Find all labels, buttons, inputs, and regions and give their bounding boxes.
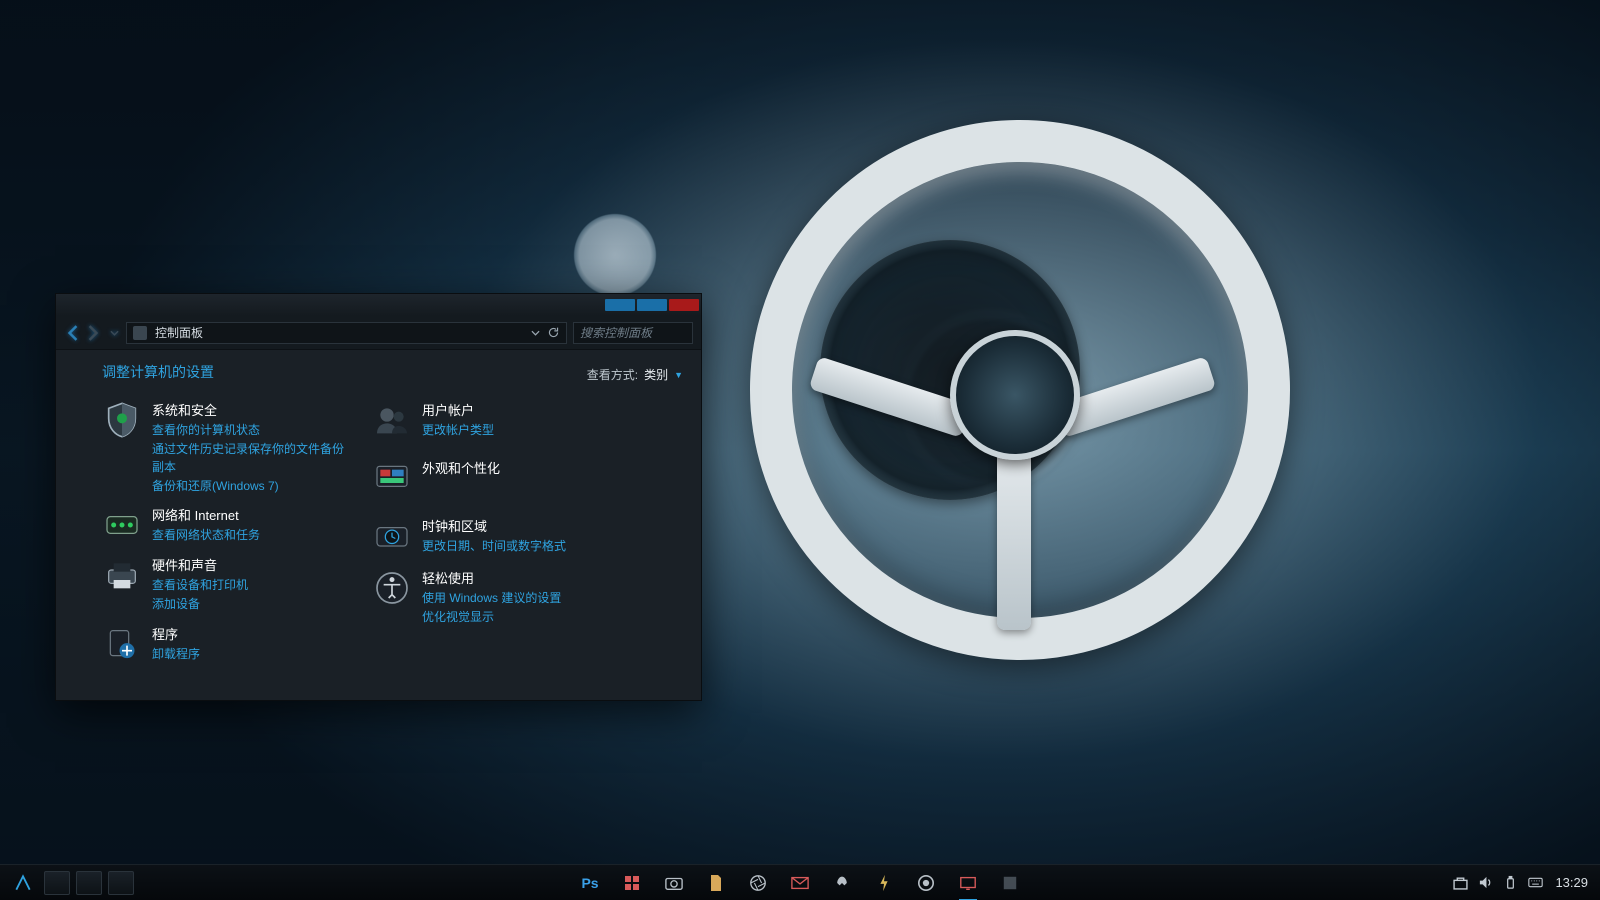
- address-bar[interactable]: 控制面板: [126, 322, 567, 344]
- taskbar-app-document[interactable]: [705, 872, 727, 894]
- breadcrumb[interactable]: 控制面板: [155, 324, 203, 341]
- taskbar-clock[interactable]: 13:29: [1555, 875, 1588, 890]
- category-clock: 时钟和区域 更改日期、时间或数字格式: [372, 516, 632, 556]
- taskbar-widget[interactable]: [108, 871, 134, 895]
- taskbar-app-photoshop[interactable]: Ps: [579, 872, 601, 894]
- taskbar-app-rocket[interactable]: [831, 872, 853, 894]
- refresh-button[interactable]: [546, 326, 560, 340]
- start-button[interactable]: [6, 869, 40, 897]
- link-uninstall-program[interactable]: 卸载程序: [152, 645, 200, 664]
- recent-locations-button[interactable]: [108, 322, 120, 344]
- category-appearance: 外观和个性化: [372, 458, 632, 498]
- category-title[interactable]: 网络和 Internet: [152, 505, 260, 524]
- link-change-account-type[interactable]: 更改帐户类型: [422, 421, 494, 440]
- view-by-selector[interactable]: 查看方式: 类别 ▼: [587, 366, 683, 383]
- system-tray: [1453, 875, 1543, 890]
- taskbar-app-box[interactable]: [999, 872, 1021, 894]
- wallpaper-hub: [950, 330, 1080, 460]
- category-title[interactable]: 系统和安全: [152, 400, 352, 419]
- programs-icon[interactable]: [102, 624, 142, 664]
- category-hardware: 硬件和声音 查看设备和打印机 添加设备: [102, 555, 352, 613]
- category-system-security: 系统和安全 查看你的计算机状态 通过文件历史记录保存你的文件备份副本 备份和还原…: [102, 400, 352, 495]
- tray-keyboard-icon[interactable]: [1528, 875, 1543, 890]
- category-users: 用户帐户 更改帐户类型: [372, 400, 632, 440]
- taskbar-widget[interactable]: [44, 871, 70, 895]
- user-icon[interactable]: [372, 400, 412, 440]
- taskbar-app-camera[interactable]: [663, 872, 685, 894]
- link-backup-restore-win7[interactable]: 备份和还原(Windows 7): [152, 477, 352, 496]
- control-panel-window: 控制面板 搜索控制面板 调整计算机的设置 查看方式: 类别 ▼: [55, 293, 702, 701]
- category-title[interactable]: 时钟和区域: [422, 516, 566, 535]
- search-input[interactable]: 搜索控制面板: [573, 322, 693, 344]
- view-by-label: 查看方式:: [587, 366, 638, 383]
- link-windows-recommended[interactable]: 使用 Windows 建议的设置: [422, 589, 561, 608]
- link-devices-printers[interactable]: 查看设备和打印机: [152, 576, 248, 595]
- category-title[interactable]: 硬件和声音: [152, 555, 248, 574]
- category-title[interactable]: 外观和个性化: [422, 458, 500, 477]
- forward-button[interactable]: [84, 322, 102, 344]
- link-add-device[interactable]: 添加设备: [152, 595, 248, 614]
- tray-overflow-icon[interactable]: [1453, 875, 1468, 890]
- taskbar-app-grid[interactable]: [621, 872, 643, 894]
- link-network-status[interactable]: 查看网络状态和任务: [152, 526, 260, 545]
- taskbar-app-settings[interactable]: [957, 872, 979, 894]
- category-ease-of-access: 轻松使用 使用 Windows 建议的设置 优化视觉显示: [372, 568, 632, 626]
- wallpaper-spoke: [997, 440, 1031, 630]
- address-dropdown-icon[interactable]: [531, 326, 540, 340]
- desktop: 控制面板 搜索控制面板 调整计算机的设置 查看方式: 类别 ▼: [0, 0, 1600, 900]
- taskbar-app-bolt[interactable]: [873, 872, 895, 894]
- category-title[interactable]: 用户帐户: [422, 400, 494, 419]
- link-change-date-time[interactable]: 更改日期、时间或数字格式: [422, 537, 566, 556]
- taskbar-app-aperture[interactable]: [747, 872, 769, 894]
- taskbar: Ps: [0, 864, 1600, 900]
- link-optimize-visual[interactable]: 优化视觉显示: [422, 608, 561, 627]
- tray-volume-icon[interactable]: [1478, 875, 1493, 890]
- ease-of-access-icon[interactable]: [372, 568, 412, 608]
- appearance-icon[interactable]: [372, 458, 412, 498]
- category-title[interactable]: 轻松使用: [422, 568, 561, 587]
- shield-icon[interactable]: [102, 400, 142, 440]
- view-by-value: 类别: [644, 366, 668, 383]
- back-button[interactable]: [64, 322, 82, 344]
- chevron-down-icon: ▼: [674, 370, 683, 380]
- link-view-computer-status[interactable]: 查看你的计算机状态: [152, 421, 352, 440]
- taskbar-app-mail[interactable]: [789, 872, 811, 894]
- titlebar[interactable]: [56, 294, 701, 316]
- taskbar-widget[interactable]: [76, 871, 102, 895]
- close-button[interactable]: [669, 299, 699, 311]
- minimize-button[interactable]: [605, 299, 635, 311]
- maximize-button[interactable]: [637, 299, 667, 311]
- category-title[interactable]: 程序: [152, 624, 200, 643]
- category-network: 网络和 Internet 查看网络状态和任务: [102, 505, 352, 545]
- category-programs: 程序 卸载程序: [102, 624, 352, 664]
- control-panel-icon: [133, 326, 147, 340]
- network-icon[interactable]: [102, 505, 142, 545]
- link-file-history-backup[interactable]: 通过文件历史记录保存你的文件备份副本: [152, 440, 352, 477]
- taskbar-app-chrome[interactable]: [915, 872, 937, 894]
- clock-icon[interactable]: [372, 516, 412, 556]
- tray-usb-icon[interactable]: [1503, 875, 1518, 890]
- search-placeholder: 搜索控制面板: [580, 324, 652, 341]
- printer-icon[interactable]: [102, 555, 142, 595]
- navigation-bar: 控制面板 搜索控制面板: [56, 316, 701, 350]
